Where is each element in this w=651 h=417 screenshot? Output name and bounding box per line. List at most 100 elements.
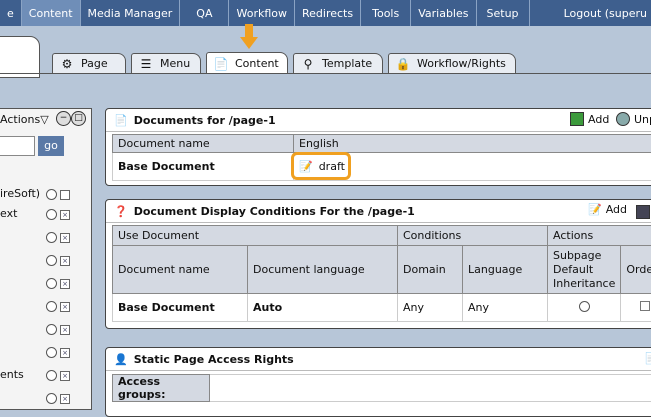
documents-add-button[interactable]: Add bbox=[570, 112, 609, 126]
group-conditions: Conditions bbox=[398, 226, 548, 246]
conditions-panel: ❓ Document Display Conditions For the /p… bbox=[105, 199, 651, 329]
draft-label: draft bbox=[319, 160, 345, 173]
col-order: Order bbox=[621, 246, 651, 294]
window-icon[interactable] bbox=[636, 205, 650, 219]
tab-baseline bbox=[0, 73, 651, 74]
tab-page[interactable]: ⚙ Page bbox=[52, 53, 126, 73]
conditions-add-button[interactable]: 📝 Add bbox=[588, 203, 627, 216]
menu-item-redirects[interactable]: Redirects bbox=[295, 0, 361, 26]
tree-radio[interactable] bbox=[46, 370, 57, 381]
help-icon: ❓ bbox=[114, 205, 128, 218]
access-rights-panel: 👤 Static Page Access Rights 📄 Access gro… bbox=[105, 347, 651, 417]
col-document-name: Document name bbox=[113, 135, 294, 153]
edit-icon: 📝 bbox=[588, 203, 602, 216]
col-domain: Domain bbox=[398, 246, 463, 294]
documents-unpublish-button[interactable]: Unp bbox=[616, 112, 651, 126]
tree-checkbox[interactable]: × bbox=[60, 348, 70, 358]
edit-pencil-icon: 📝 bbox=[299, 160, 313, 173]
tab-workflow-label: Workflow/Rights bbox=[417, 57, 506, 70]
documents-panel: 📄 Documents for /page-1 Add Unp Document… bbox=[105, 108, 651, 186]
tree-search-input[interactable] bbox=[0, 136, 35, 156]
tab-strip: ⚙ Page ☰ Menu 📄 Content ⚲ Template 🔒 Wor… bbox=[0, 26, 651, 74]
tree-radio[interactable] bbox=[46, 209, 57, 220]
condition-language: Any bbox=[463, 294, 548, 322]
order-up-icon[interactable] bbox=[640, 301, 650, 311]
tree-radio[interactable] bbox=[46, 324, 57, 335]
tab-left-stub bbox=[0, 36, 40, 78]
documents-add-label: Add bbox=[588, 113, 609, 126]
condition-doc-language: Auto bbox=[248, 294, 398, 322]
tab-page-label: Page bbox=[81, 57, 108, 70]
table-row: Base Document bbox=[113, 153, 651, 181]
tree-row: × bbox=[0, 343, 92, 363]
tree-radio[interactable] bbox=[46, 255, 57, 266]
go-button[interactable]: go bbox=[38, 136, 64, 156]
menu-item-media-manager[interactable]: Media Manager bbox=[81, 0, 181, 26]
tab-content[interactable]: 📄 Content bbox=[206, 52, 288, 74]
tree-row: × bbox=[0, 274, 92, 294]
menu-item-qa[interactable]: QA bbox=[180, 0, 229, 26]
tree-checkbox[interactable]: × bbox=[60, 233, 70, 243]
content-icon: 📄 bbox=[213, 57, 229, 71]
tree-row: × bbox=[0, 320, 92, 340]
page-icon: ⚙ bbox=[59, 57, 75, 71]
inherit-radio[interactable] bbox=[579, 301, 590, 312]
menu-item-e[interactable]: e bbox=[0, 0, 22, 26]
menu-item-workflow[interactable]: Workflow bbox=[229, 0, 295, 26]
workflow-icon: 🔒 bbox=[395, 57, 411, 71]
tree-checkbox[interactable]: × bbox=[60, 210, 70, 220]
tree-checkbox[interactable]: × bbox=[60, 325, 70, 335]
tree-checkbox[interactable]: × bbox=[60, 371, 70, 381]
tab-menu[interactable]: ☰ Menu bbox=[131, 53, 201, 73]
access-header: 👤 Static Page Access Rights bbox=[106, 348, 651, 371]
actions-label: Actions bbox=[0, 113, 40, 126]
tree-checkbox[interactable]: × bbox=[60, 394, 70, 404]
menu-item-content[interactable]: Content bbox=[22, 0, 81, 26]
inherit-radio-cell bbox=[548, 294, 621, 322]
tree-row: × bbox=[0, 228, 92, 248]
document-icon: 📄 bbox=[114, 114, 128, 127]
tree-radio[interactable] bbox=[46, 393, 57, 404]
tree-checkbox[interactable]: × bbox=[60, 256, 70, 266]
menu-icon: ☰ bbox=[138, 57, 154, 71]
documents-title: Documents for /page-1 bbox=[134, 114, 276, 127]
col-subpage-inheritance: Subpage Default Inheritance bbox=[548, 246, 621, 294]
tree-row: ireSoft) bbox=[0, 185, 92, 205]
menu-item-setup[interactable]: Setup bbox=[477, 0, 530, 26]
tree-radio[interactable] bbox=[46, 189, 57, 200]
logout-link[interactable]: Logout (superu bbox=[564, 0, 651, 26]
tree-checkbox[interactable]: × bbox=[60, 302, 70, 312]
tree-radio[interactable] bbox=[46, 278, 57, 289]
tree-radio[interactable] bbox=[46, 232, 57, 243]
add-icon bbox=[570, 112, 584, 126]
draft-status-link[interactable]: 📝 draft bbox=[291, 152, 351, 180]
menu-item-variables[interactable]: Variables bbox=[411, 0, 476, 26]
tree-row: × bbox=[0, 297, 92, 317]
conditions-header: ❓ Document Display Conditions For the /p… bbox=[106, 200, 651, 223]
condition-doc-name: Base Document bbox=[113, 294, 248, 322]
tab-menu-label: Menu bbox=[160, 57, 190, 70]
tree-radio[interactable] bbox=[46, 347, 57, 358]
tab-template[interactable]: ⚲ Template bbox=[293, 53, 383, 73]
tree-row-label: ents bbox=[0, 368, 24, 381]
window-icon[interactable]: □ bbox=[71, 111, 86, 126]
globe-icon bbox=[616, 112, 630, 126]
template-icon: ⚲ bbox=[300, 57, 316, 71]
access-groups-value bbox=[210, 375, 651, 402]
minus-icon[interactable]: − bbox=[56, 111, 71, 126]
tree-checkbox[interactable] bbox=[60, 190, 70, 200]
group-actions: Actions bbox=[548, 226, 651, 246]
tab-workflow-rights[interactable]: 🔒 Workflow/Rights bbox=[388, 53, 516, 73]
tree-radio[interactable] bbox=[46, 301, 57, 312]
document-name-cell: Base Document bbox=[113, 153, 294, 181]
edit-icon[interactable]: 📄 bbox=[644, 352, 651, 365]
actions-dropdown[interactable]: Actions▽ bbox=[0, 113, 49, 126]
col-language: Language bbox=[463, 246, 548, 294]
menu-item-tools[interactable]: Tools bbox=[361, 0, 411, 26]
tree-row: × bbox=[0, 251, 92, 271]
triangle-down-icon: ▽ bbox=[40, 113, 48, 126]
tree-checkbox[interactable]: × bbox=[60, 279, 70, 289]
tree-row: × bbox=[0, 389, 92, 409]
top-menu-bar: e Content Media Manager QA Workflow Redi… bbox=[0, 0, 651, 26]
conditions-table: Use Document Conditions Actions Document… bbox=[112, 225, 651, 322]
